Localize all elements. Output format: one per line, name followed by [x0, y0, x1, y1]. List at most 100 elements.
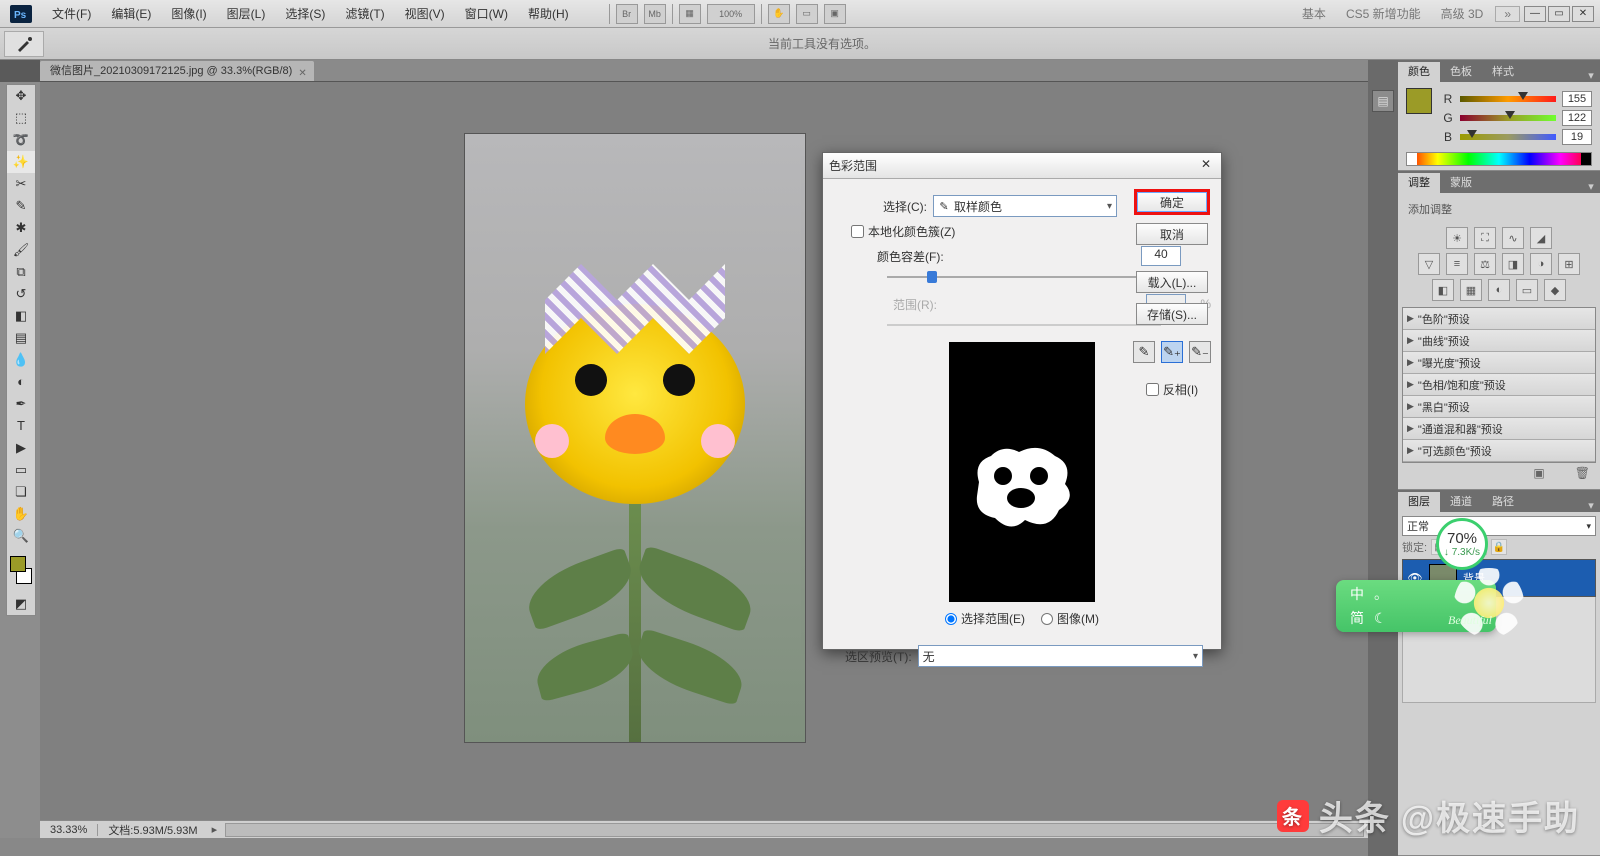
eyedropper-sample[interactable]: ✎ — [1133, 341, 1155, 363]
zoom-tool[interactable]: 🔍 — [7, 525, 35, 547]
clone-stamp-tool[interactable]: ⧉ — [7, 261, 35, 283]
load-button[interactable]: 载入(L)... — [1136, 271, 1208, 293]
workspace-more-icon[interactable]: » — [1495, 6, 1520, 22]
adj-brightness-icon[interactable]: ☀ — [1446, 227, 1468, 249]
panel-menu-icon[interactable]: ▾ — [1582, 69, 1600, 82]
selection-preview[interactable] — [949, 342, 1095, 602]
tab-color[interactable]: 颜色 — [1398, 62, 1440, 82]
current-tool-preset[interactable] — [4, 31, 44, 57]
document-tab-close-icon[interactable]: ✕ — [298, 64, 310, 76]
panel-menu-icon[interactable]: ▾ — [1582, 499, 1600, 512]
radio-selection[interactable]: 选择范围(E) — [945, 610, 1025, 627]
adj-gradient-map-icon[interactable]: ▭ — [1516, 279, 1538, 301]
launch-bridge-button[interactable]: Br — [616, 4, 638, 24]
b-value[interactable]: 19 — [1562, 129, 1592, 145]
blend-mode-dropdown[interactable]: 正常▾ — [1402, 516, 1596, 536]
r-value[interactable]: 155 — [1562, 91, 1592, 107]
tab-masks[interactable]: 蒙版 — [1440, 173, 1482, 193]
history-brush-tool[interactable]: ↺ — [7, 283, 35, 305]
selection-preview-dropdown[interactable]: 无 ▾ — [918, 645, 1203, 667]
eyedropper-subtract[interactable]: ✎₋ — [1189, 341, 1211, 363]
color-spectrum[interactable] — [1406, 152, 1592, 166]
network-speed-widget[interactable]: 70% ↓ 7.3K/s — [1436, 518, 1488, 570]
adj-trash-icon[interactable]: 🗑 — [1575, 466, 1590, 480]
preset-item[interactable]: ▶"色阶"预设 — [1403, 308, 1595, 330]
collapsed-history-icon[interactable]: ▤ — [1372, 90, 1394, 112]
panel-menu-icon[interactable]: ▾ — [1582, 180, 1600, 193]
g-value[interactable]: 122 — [1562, 110, 1592, 126]
window-close-button[interactable]: ✕ — [1572, 6, 1594, 22]
magic-wand-tool[interactable]: ✨ — [7, 151, 35, 173]
menu-view[interactable]: 视图(V) — [395, 0, 455, 28]
menu-layer[interactable]: 图层(L) — [217, 0, 276, 28]
tab-paths[interactable]: 路径 — [1482, 492, 1524, 512]
dialog-close-button[interactable]: ✕ — [1197, 157, 1215, 175]
menu-image[interactable]: 图像(I) — [161, 0, 216, 28]
cancel-button[interactable]: 取消 — [1136, 223, 1208, 245]
hand-tool-shortcut[interactable]: ✋ — [768, 4, 790, 24]
quick-mask-toggle[interactable]: ◩ — [7, 593, 35, 615]
path-selection-tool[interactable]: ▶ — [7, 437, 35, 459]
document-tab[interactable]: 微信图片_20210309172125.jpg @ 33.3%(RGB/8) ✕ — [40, 61, 314, 81]
lasso-tool[interactable]: ➰ — [7, 129, 35, 151]
window-minimize-button[interactable]: — — [1524, 6, 1546, 22]
adj-hue-icon[interactable]: ≡ — [1446, 253, 1468, 275]
lock-all-icon[interactable]: 🔒 — [1491, 539, 1507, 555]
preset-item[interactable]: ▶"曲线"预设 — [1403, 330, 1595, 352]
eyedropper-add[interactable]: ✎₊ — [1161, 341, 1183, 363]
tab-adjustments[interactable]: 调整 — [1398, 173, 1440, 193]
3d-tool[interactable]: ❏ — [7, 481, 35, 503]
adj-posterize-icon[interactable]: ▦ — [1460, 279, 1482, 301]
shape-tool[interactable]: ▭ — [7, 459, 35, 481]
preset-item[interactable]: ▶"可选颜色"预设 — [1403, 440, 1595, 462]
arrange-docs-button[interactable]: ▭ — [796, 4, 818, 24]
invert-checkbox[interactable]: 反相(I) — [1146, 381, 1198, 398]
ime-input-widget[interactable]: 中。 简☾ Beautiful — [1336, 580, 1496, 632]
zoom-level-field[interactable]: 33.33% — [40, 824, 98, 836]
adj-selective-color-icon[interactable]: ◆ — [1544, 279, 1566, 301]
radio-image[interactable]: 图像(M) — [1041, 610, 1099, 627]
tab-channels[interactable]: 通道 — [1440, 492, 1482, 512]
adj-colorbalance-icon[interactable]: ⚖ — [1474, 253, 1496, 275]
adj-vibrance-icon[interactable]: ▽ — [1418, 253, 1440, 275]
launch-minibridge-button[interactable]: Mb — [644, 4, 666, 24]
workspace-3d[interactable]: 高级 3D — [1433, 5, 1492, 22]
workspace-cs5[interactable]: CS5 新增功能 — [1338, 5, 1429, 22]
adj-curves-icon[interactable]: ∿ — [1502, 227, 1524, 249]
localized-checkbox[interactable] — [851, 225, 864, 238]
adj-photo-filter-icon[interactable]: ◑ — [1530, 253, 1552, 275]
type-tool[interactable]: T — [7, 415, 35, 437]
menu-select[interactable]: 选择(S) — [275, 0, 335, 28]
screen-mode-button[interactable]: ▣ — [824, 4, 846, 24]
foreground-color-swatch[interactable] — [10, 556, 26, 572]
window-restore-button[interactable]: ▭ — [1548, 6, 1570, 22]
workspace-basic[interactable]: 基本 — [1294, 5, 1334, 22]
preset-item[interactable]: ▶"黑白"预设 — [1403, 396, 1595, 418]
crop-tool[interactable]: ✂ — [7, 173, 35, 195]
save-button[interactable]: 存储(S)... — [1136, 303, 1208, 325]
horizontal-scrollbar[interactable] — [225, 823, 1364, 837]
zoom-level-dropdown[interactable]: 100% — [707, 4, 755, 24]
dialog-titlebar[interactable]: 色彩范围 ✕ — [823, 153, 1221, 179]
tab-styles[interactable]: 样式 — [1482, 62, 1524, 82]
preset-item[interactable]: ▶"曝光度"预设 — [1403, 352, 1595, 374]
info-dropdown-icon[interactable]: ▸ — [208, 823, 222, 836]
document-info[interactable]: 文档:5.93M/5.93M — [98, 822, 207, 838]
g-slider[interactable] — [1460, 112, 1556, 124]
foreground-background-swatch[interactable] — [7, 553, 35, 587]
blur-tool[interactable]: 💧 — [7, 349, 35, 371]
move-tool[interactable]: ✥ — [7, 85, 35, 107]
dodge-tool[interactable]: ◐ — [7, 371, 35, 393]
menu-edit[interactable]: 编辑(E) — [101, 0, 161, 28]
gradient-tool[interactable]: ▤ — [7, 327, 35, 349]
hand-tool[interactable]: ✋ — [7, 503, 35, 525]
b-slider[interactable] — [1460, 131, 1556, 143]
healing-brush-tool[interactable]: ✱ — [7, 217, 35, 239]
color-fg-swatch[interactable] — [1406, 88, 1432, 114]
fuzziness-slider[interactable] — [887, 270, 1161, 284]
canvas-image[interactable] — [465, 134, 805, 742]
ok-button[interactable]: 确定 — [1136, 191, 1208, 213]
menu-help[interactable]: 帮助(H) — [518, 0, 579, 28]
menu-filter[interactable]: 滤镜(T) — [335, 0, 394, 28]
adj-levels-icon[interactable]: ⛶ — [1474, 227, 1496, 249]
